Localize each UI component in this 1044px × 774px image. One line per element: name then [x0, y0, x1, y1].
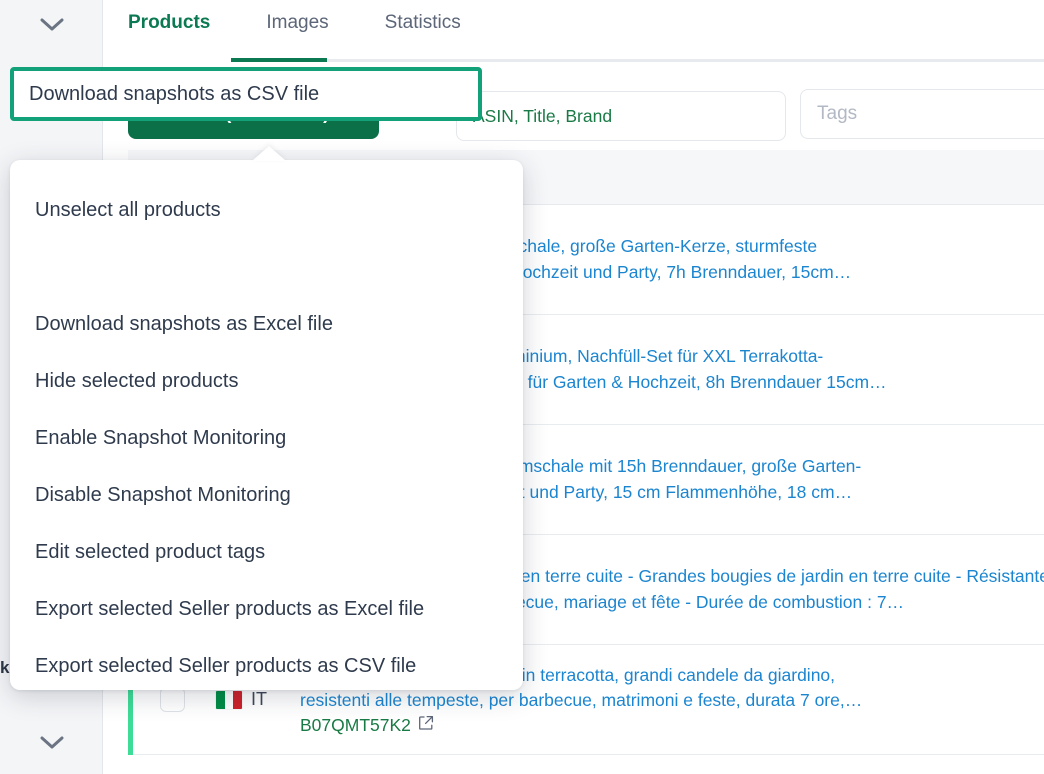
tags-input[interactable]: Tags	[800, 89, 1044, 139]
menu-item-unselect-all-products[interactable]: Unselect all products	[10, 182, 523, 239]
menu-item-enable-snapshot-monitoring[interactable]: Enable Snapshot Monitoring	[10, 410, 523, 467]
tab-bar: Products Images Statistics	[103, 0, 1044, 60]
tab-products[interactable]: Products	[128, 12, 210, 50]
menu-item-export-seller-csv[interactable]: Export selected Seller products as CSV f…	[10, 638, 523, 695]
menu-item-export-seller-excel[interactable]: Export selected Seller products as Excel…	[10, 581, 523, 638]
product-asin-text: B07QMT57K2	[300, 715, 411, 736]
external-link-icon[interactable]	[418, 715, 434, 736]
tags-input-placeholder: Tags	[817, 103, 858, 124]
chevron-down-icon	[40, 736, 64, 750]
tooltip-arrow-icon	[252, 146, 286, 161]
sidebar-text-fragment: k	[0, 658, 10, 677]
menu-item-download-csv[interactable]: Download snapshots as CSV file	[10, 67, 482, 121]
menu-item-disable-snapshot-monitoring[interactable]: Disable Snapshot Monitoring	[10, 467, 523, 524]
actions-dropdown-list: Unselect all products Download snapshots…	[10, 182, 523, 695]
product-asin[interactable]: B07QMT57K2	[300, 715, 1040, 736]
tab-active-indicator	[231, 58, 327, 62]
tab-bar-rule	[231, 59, 1044, 62]
app-root: k Products Images Statistics Actions (2 …	[0, 0, 1044, 774]
tab-images[interactable]: Images	[266, 12, 328, 50]
search-input[interactable]: ASIN, Title, Brand	[456, 91, 786, 141]
menu-item-download-excel[interactable]: Download snapshots as Excel file	[10, 296, 523, 353]
menu-item-hide-selected-products[interactable]: Hide selected products	[10, 353, 523, 410]
search-input-placeholder: ASIN, Title, Brand	[473, 105, 613, 126]
tab-statistics[interactable]: Statistics	[385, 12, 461, 50]
actions-dropdown-menu: Unselect all products Download snapshots…	[10, 160, 523, 690]
chevron-down-icon	[40, 18, 64, 32]
menu-item-edit-selected-product-tags[interactable]: Edit selected product tags	[10, 524, 523, 581]
sidebar-collapse-toggle-1[interactable]	[0, 8, 103, 42]
sidebar-collapse-toggle-3[interactable]	[0, 726, 103, 760]
